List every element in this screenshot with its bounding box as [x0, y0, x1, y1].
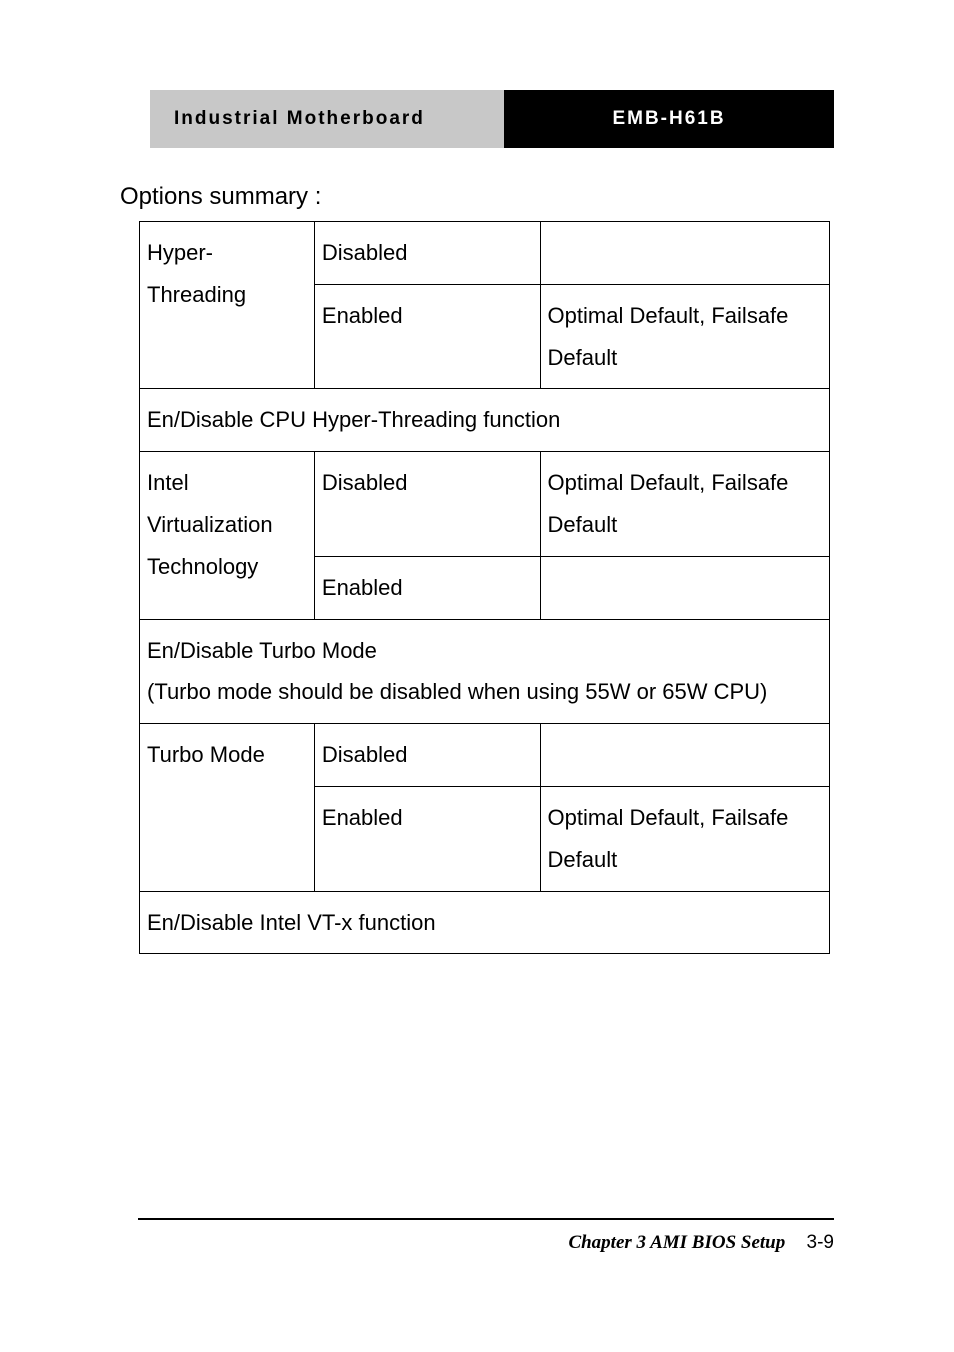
- footer-page-number: 3-9: [807, 1232, 834, 1253]
- table-row: En/Disable Intel VT-x function: [140, 891, 830, 954]
- table-row: Intel Virtualization Technology Disabled…: [140, 452, 830, 557]
- cell-option-name: Intel Virtualization Technology: [140, 452, 315, 619]
- table-row: Hyper-Threading Disabled: [140, 222, 830, 285]
- options-summary-title: Options summary :: [120, 183, 321, 211]
- table-row: Turbo Mode Disabled: [140, 724, 830, 787]
- options-table: Hyper-Threading Disabled Enabled Optimal…: [139, 221, 830, 954]
- header-left: Industrial Motherboard: [150, 90, 504, 148]
- cell-option-value: Enabled: [314, 556, 540, 619]
- cell-option-value: Disabled: [314, 452, 540, 557]
- footer-divider: [138, 1218, 834, 1220]
- cell-note: Optimal Default, Failsafe Default: [540, 284, 829, 389]
- cell-note: [540, 556, 829, 619]
- cell-option-value: Disabled: [314, 724, 540, 787]
- table-row: En/Disable CPU Hyper-Threading function: [140, 389, 830, 452]
- cell-description: En/Disable Turbo Mode (Turbo mode should…: [140, 619, 830, 724]
- cell-option-name: Hyper-Threading: [140, 222, 315, 389]
- cell-note: Optimal Default, Failsafe Default: [540, 786, 829, 891]
- cell-note: [540, 222, 829, 285]
- footer-text: Chapter 3 AMI BIOS Setup 3-9: [568, 1232, 834, 1254]
- cell-option-value: Disabled: [314, 222, 540, 285]
- footer-chapter: Chapter 3 AMI BIOS Setup: [568, 1232, 785, 1253]
- cell-option-name: Turbo Mode: [140, 724, 315, 891]
- cell-note: Optimal Default, Failsafe Default: [540, 452, 829, 557]
- table-row: En/Disable Turbo Mode (Turbo mode should…: [140, 619, 830, 724]
- cell-note: [540, 724, 829, 787]
- cell-option-value: Enabled: [314, 284, 540, 389]
- cell-description: En/Disable Intel VT-x function: [140, 891, 830, 954]
- cell-option-value: Enabled: [314, 786, 540, 891]
- cell-description: En/Disable CPU Hyper-Threading function: [140, 389, 830, 452]
- page-header-band: Industrial Motherboard EMB-H61B: [150, 90, 834, 148]
- header-right: EMB-H61B: [504, 90, 834, 148]
